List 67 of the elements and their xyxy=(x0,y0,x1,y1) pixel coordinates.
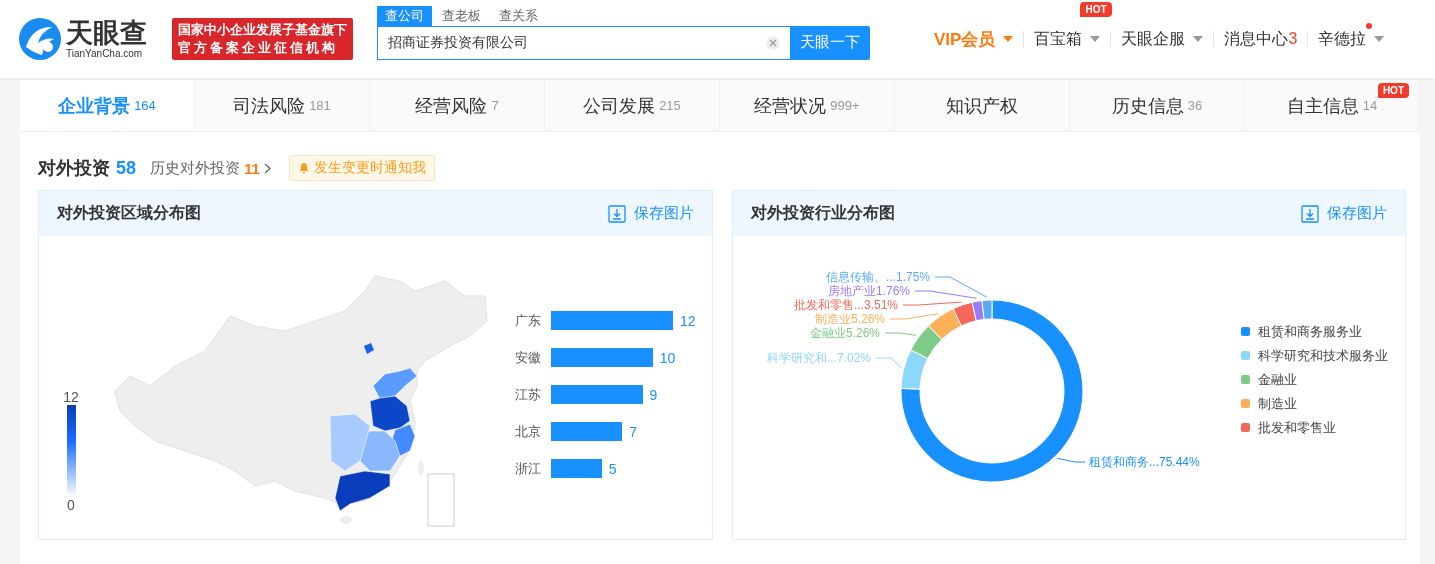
hot-badge: HOT xyxy=(1377,83,1409,98)
leader-line xyxy=(875,357,901,368)
history-count: 11 xyxy=(244,159,260,177)
scale-min-label: 0 xyxy=(67,497,75,513)
caret-icon[interactable] xyxy=(1193,36,1204,42)
nav-link[interactable]: 天眼企服 xyxy=(1121,28,1186,50)
nav-link[interactable]: 消息中心 xyxy=(1224,28,1289,50)
bell-icon xyxy=(297,162,310,174)
scale-max-label: 12 xyxy=(63,389,79,405)
section-count: 58 xyxy=(116,157,137,179)
leader-line xyxy=(1056,457,1085,462)
caret-icon[interactable] xyxy=(1374,36,1385,42)
search-tab[interactable]: 查关系 xyxy=(491,5,546,26)
nav-link[interactable]: 百宝箱 xyxy=(1034,28,1083,50)
category-tab[interactable]: 知识产权 xyxy=(895,80,1070,131)
slice-label: 批发和零售...3.51% xyxy=(793,297,898,312)
category-tab[interactable]: 经营风险 7 xyxy=(370,80,545,131)
category-tab[interactable]: 历史信息 36 xyxy=(1070,80,1245,131)
bar-label: 安徽 xyxy=(515,348,542,367)
leader-line xyxy=(889,312,939,319)
caret-icon[interactable] xyxy=(1090,36,1101,42)
bar-value: 10 xyxy=(659,349,676,366)
bar-value: 12 xyxy=(680,312,696,329)
search-field[interactable]: 招商证券投资有限公司 xyxy=(377,25,790,60)
category-tab[interactable]: 司法风险 181 xyxy=(195,80,370,131)
slice-label: 制造业5.26% xyxy=(814,311,885,326)
eye-logo-icon xyxy=(18,17,62,61)
card-title: 对外投资行业分布图 xyxy=(750,203,895,223)
logo[interactable]: 天眼查 TianYanCha.com xyxy=(18,17,162,61)
hot-badge: HOT xyxy=(1080,1,1112,17)
bar-label: 广东 xyxy=(515,311,542,330)
nav-link[interactable]: 辛德拉 xyxy=(1318,28,1367,50)
slice-label: 科学研究和...7.02% xyxy=(766,350,871,365)
leader-line xyxy=(902,301,962,305)
search-tab[interactable]: 查老板 xyxy=(434,5,489,26)
bar-label: 北京 xyxy=(515,422,542,441)
slice-label: 信息传输、...1.75% xyxy=(825,269,930,284)
slice-label: 租赁和商务...75.44% xyxy=(1088,454,1200,469)
download-icon xyxy=(607,204,626,223)
category-tab[interactable]: 经营状况 999+ xyxy=(720,80,895,131)
legend-label[interactable]: 科学研究和技术服务业 xyxy=(1257,346,1388,365)
bar xyxy=(551,459,602,478)
logo-domain: TianYanCha.com xyxy=(66,48,144,60)
slice-label: 金融业5.26% xyxy=(809,325,880,340)
leader-line xyxy=(884,332,917,336)
legend-label[interactable]: 制造业 xyxy=(1257,394,1297,413)
message-count: 3 xyxy=(1288,30,1298,48)
logo-name: 天眼查 xyxy=(66,18,147,48)
slogan-badge: 国家中小企业发展子基金旗下 官方备案企业征信机构 xyxy=(172,18,353,60)
download-icon xyxy=(1301,204,1319,223)
legend-label[interactable]: 批发和零售业 xyxy=(1257,418,1336,437)
bar-value: 5 xyxy=(608,460,617,477)
card-title: 对外投资区域分布图 xyxy=(57,203,201,223)
legend-label[interactable]: 租赁和商务服务业 xyxy=(1257,322,1362,341)
slice-label: 房地产业1.76% xyxy=(827,283,910,298)
bar-label: 浙江 xyxy=(515,459,542,478)
history-link[interactable]: 历史对外投资 xyxy=(150,158,241,178)
bar-label: 江苏 xyxy=(515,385,542,404)
category-tab[interactable]: 自主信息 14 HOT xyxy=(1245,80,1420,131)
category-tab[interactable]: 公司发展 215 xyxy=(545,80,720,131)
legend-label[interactable]: 金融业 xyxy=(1257,370,1297,389)
bar-value: 7 xyxy=(629,423,637,440)
bar xyxy=(551,422,623,441)
chevron-icon[interactable] xyxy=(263,162,271,174)
caret-icon[interactable] xyxy=(1003,36,1014,42)
section-title: 对外投资 xyxy=(38,157,110,180)
bar-value: 9 xyxy=(649,386,658,403)
